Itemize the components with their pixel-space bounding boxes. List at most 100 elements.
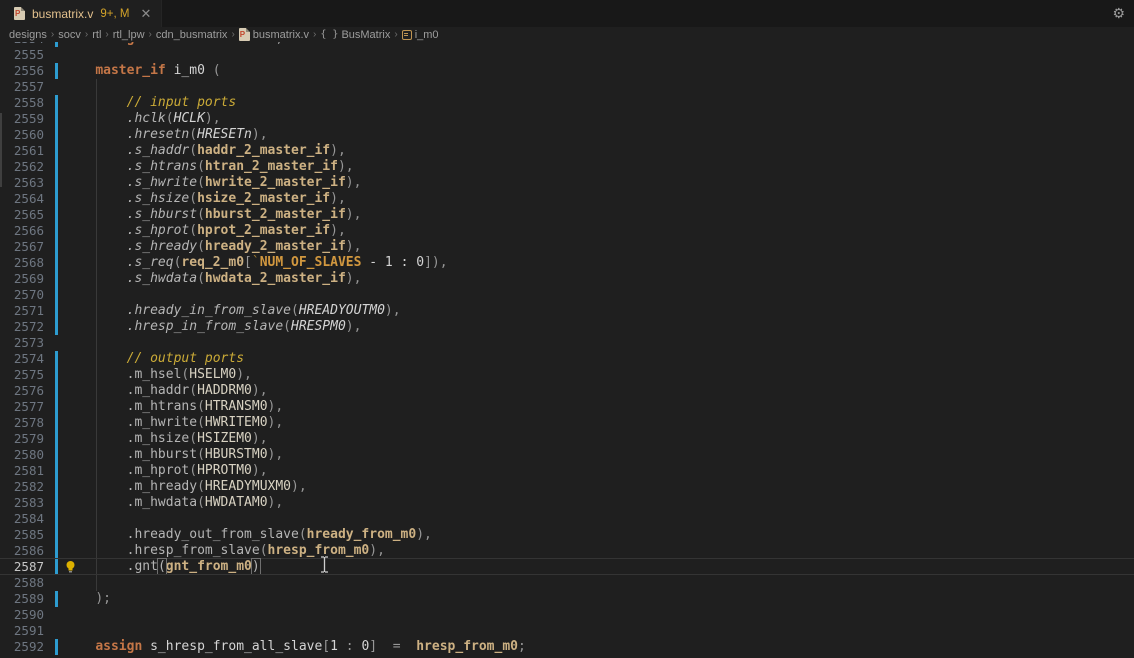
gutter-modified-indicator	[55, 63, 58, 79]
code-line[interactable]: 2577 .m_htrans(HTRANSM0),	[0, 399, 1134, 415]
line-number[interactable]: 2592	[0, 639, 44, 655]
line-number[interactable]: 2560	[0, 127, 44, 143]
line-number[interactable]: 2577	[0, 399, 44, 415]
line-number[interactable]: 2558	[0, 95, 44, 111]
line-number[interactable]: 2568	[0, 255, 44, 271]
code-line[interactable]: 2555	[0, 47, 1134, 63]
code-line[interactable]: 2580 .m_hburst(HBURSTM0),	[0, 447, 1134, 463]
code-line[interactable]: 2557	[0, 79, 1134, 95]
breadcrumb-label: i_m0	[415, 29, 439, 41]
line-number[interactable]: 2562	[0, 159, 44, 175]
line-number[interactable]: 2567	[0, 239, 44, 255]
code-line[interactable]: 2563 .s_hwrite(hwrite_2_master_if),	[0, 175, 1134, 191]
code-line[interactable]: 2562 .s_htrans(htran_2_master_if),	[0, 159, 1134, 175]
line-number[interactable]: 2581	[0, 463, 44, 479]
code-line-text: .m_hsize(HSIZEM0),	[64, 431, 268, 447]
line-number[interactable]: 2584	[0, 511, 44, 527]
line-number[interactable]: 2570	[0, 287, 44, 303]
code-line[interactable]: 2587 .gnt(gnt_from_m0)	[0, 559, 1134, 575]
line-number[interactable]: 2591	[0, 623, 44, 639]
code-line[interactable]: 2568 .s_req(req_2_m0[`NUM_OF_SLAVES - 1 …	[0, 255, 1134, 271]
line-number[interactable]: 2566	[0, 223, 44, 239]
line-number[interactable]: 2575	[0, 367, 44, 383]
code-line[interactable]: 2572 .hresp_in_from_slave(HRESPM0),	[0, 319, 1134, 335]
code-line[interactable]: 2574 // output ports	[0, 351, 1134, 367]
line-number[interactable]: 2579	[0, 431, 44, 447]
gutter-modified-indicator	[55, 383, 58, 399]
code-line[interactable]: 2591	[0, 623, 1134, 639]
code-line[interactable]: 2585 .hready_out_from_slave(hready_from_…	[0, 527, 1134, 543]
code-line[interactable]: 2559 .hclk(HCLK),	[0, 111, 1134, 127]
breadcrumb-item-cdn_busmatrix[interactable]: cdn_busmatrix	[156, 29, 228, 41]
code-line[interactable]: 2566 .s_hprot(hprot_2_master_if),	[0, 223, 1134, 239]
breadcrumb-item-socv[interactable]: socv	[58, 29, 81, 41]
code-line[interactable]: 2556 master_if i_m0 (	[0, 63, 1134, 79]
code-line[interactable]: 2592 assign s_hresp_from_all_slave[1 : 0…	[0, 639, 1134, 655]
line-number[interactable]: 2589	[0, 591, 44, 607]
breadcrumb-item-i_m0[interactable]: i_m0	[402, 29, 439, 41]
line-number[interactable]: 2576	[0, 383, 44, 399]
breadcrumb-separator: ›	[394, 29, 397, 40]
line-number[interactable]: 2565	[0, 207, 44, 223]
line-number[interactable]: 2585	[0, 527, 44, 543]
code-line-text: .s_hprot(hprot_2_master_if),	[64, 223, 346, 239]
line-number[interactable]: 2587	[0, 559, 44, 575]
line-number[interactable]: 2583	[0, 495, 44, 511]
line-number[interactable]: 2569	[0, 271, 44, 287]
line-number[interactable]: 2578	[0, 415, 44, 431]
line-number[interactable]: 2557	[0, 79, 44, 95]
breadcrumb-item-busmatrix.v[interactable]: busmatrix.v	[239, 28, 309, 41]
line-number[interactable]: 2582	[0, 479, 44, 495]
code-line[interactable]: 2589 );	[0, 591, 1134, 607]
code-line[interactable]: 2586 .hresp_from_slave(hresp_from_m0),	[0, 543, 1134, 559]
vscode-window: busmatrix.v 9+, M ✕ ⚙ designs›socv›rtl›r…	[0, 0, 1134, 658]
code-line[interactable]: 2579 .m_hsize(HSIZEM0),	[0, 431, 1134, 447]
tab-busmatrix[interactable]: busmatrix.v 9+, M ✕	[0, 0, 162, 27]
code-line[interactable]: 2584	[0, 511, 1134, 527]
gear-icon[interactable]: ⚙	[1112, 0, 1125, 27]
code-line[interactable]: 2560 .hresetn(HRESETn),	[0, 127, 1134, 143]
gutter-modified-indicator	[55, 527, 58, 543]
code-line[interactable]: 2558 // input ports	[0, 95, 1134, 111]
close-icon[interactable]: ✕	[140, 7, 151, 20]
code-line[interactable]: 2578 .m_hwrite(HWRITEM0),	[0, 415, 1134, 431]
code-line[interactable]: 2588	[0, 575, 1134, 591]
gutter-modified-indicator	[55, 367, 58, 383]
line-number[interactable]: 2590	[0, 607, 44, 623]
line-number[interactable]: 2573	[0, 335, 44, 351]
code-line[interactable]: 2575 .m_hsel(HSELM0),	[0, 367, 1134, 383]
code-line[interactable]: 2571 .hready_in_from_slave(HREADYOUTM0),	[0, 303, 1134, 319]
tab-modified-badge: 9+, M	[100, 8, 129, 20]
line-number[interactable]: 2588	[0, 575, 44, 591]
code-rows: 2554 assign HMASTERM0 = 4'b0;25552556 ma…	[0, 42, 1134, 655]
line-number[interactable]: 2571	[0, 303, 44, 319]
line-number[interactable]: 2572	[0, 319, 44, 335]
indent-guide	[96, 79, 97, 95]
breadcrumb-item-designs[interactable]: designs	[9, 29, 47, 41]
line-number[interactable]: 2564	[0, 191, 44, 207]
line-number[interactable]: 2563	[0, 175, 44, 191]
code-line[interactable]: 2582 .m_hready(HREADYMUXM0),	[0, 479, 1134, 495]
line-number[interactable]: 2555	[0, 47, 44, 63]
code-line[interactable]: 2565 .s_hburst(hburst_2_master_if),	[0, 207, 1134, 223]
tab-title: busmatrix.v	[32, 7, 93, 21]
breadcrumb-item-rtl_lpw[interactable]: rtl_lpw	[113, 29, 145, 41]
code-line[interactable]: 2569 .s_hwdata(hwdata_2_master_if),	[0, 271, 1134, 287]
code-line[interactable]: 2573	[0, 335, 1134, 351]
line-number[interactable]: 2580	[0, 447, 44, 463]
line-number[interactable]: 2561	[0, 143, 44, 159]
code-line[interactable]: 2561 .s_haddr(haddr_2_master_if),	[0, 143, 1134, 159]
code-line[interactable]: 2576 .m_haddr(HADDRM0),	[0, 383, 1134, 399]
breadcrumb-item-rtl[interactable]: rtl	[92, 29, 101, 41]
code-line[interactable]: 2583 .m_hwdata(HWDATAM0),	[0, 495, 1134, 511]
code-line[interactable]: 2581 .m_hprot(HPROTM0),	[0, 463, 1134, 479]
code-line[interactable]: 2564 .s_hsize(hsize_2_master_if),	[0, 191, 1134, 207]
line-number[interactable]: 2556	[0, 63, 44, 79]
code-line[interactable]: 2567 .s_hready(hready_2_master_if),	[0, 239, 1134, 255]
breadcrumb-item-BusMatrix[interactable]: { }BusMatrix	[320, 29, 390, 41]
line-number[interactable]: 2586	[0, 543, 44, 559]
code-line[interactable]: 2570	[0, 287, 1134, 303]
line-number[interactable]: 2574	[0, 351, 44, 367]
line-number[interactable]: 2559	[0, 111, 44, 127]
code-line[interactable]: 2590	[0, 607, 1134, 623]
